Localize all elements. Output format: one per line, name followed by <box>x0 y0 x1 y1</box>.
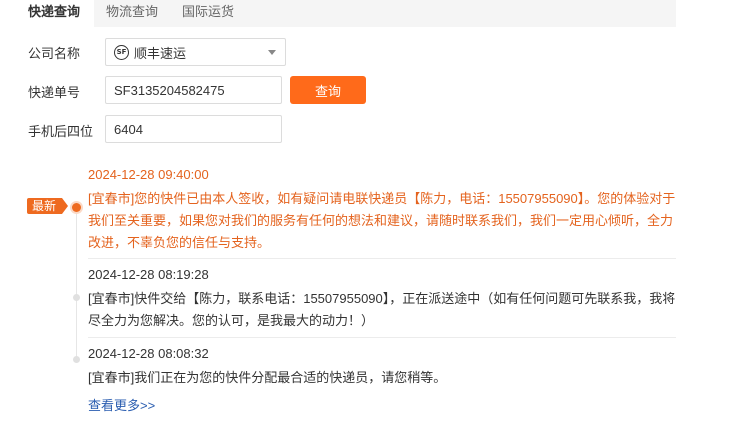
timeline-dot <box>73 356 80 363</box>
timeline-dot <box>73 294 80 301</box>
tab-international-shipping[interactable]: 国际运货 <box>170 0 246 27</box>
tab-bar: 快递查询 物流查询 国际运货 <box>0 0 676 27</box>
tab-logistics-query[interactable]: 物流查询 <box>94 0 170 27</box>
entry-time: 2024-12-28 08:08:32 <box>88 346 209 361</box>
company-select[interactable]: SF 顺丰速运 <box>105 38 286 66</box>
company-label: 公司名称 <box>28 46 81 61</box>
timeline-line <box>76 207 77 362</box>
latest-badge: 最新 <box>27 198 69 214</box>
timeline-entry: 2024-12-28 08:19:28 [宜春市]快件交给【陈力，联系电话：15… <box>88 266 676 332</box>
tracking-number-input[interactable] <box>105 76 282 104</box>
tracking-number-label: 快递单号 <box>28 85 81 100</box>
sf-logo-icon: SF <box>114 44 129 60</box>
company-select-value: 顺丰速运 <box>134 45 187 61</box>
phone-last4-input[interactable] <box>105 115 282 143</box>
entry-divider <box>88 258 676 259</box>
chevron-down-icon <box>268 50 276 55</box>
entry-time: 2024-12-28 08:19:28 <box>88 267 209 282</box>
view-more-link[interactable]: 查看更多>> <box>88 395 155 414</box>
timeline-dot-latest <box>72 203 81 212</box>
timeline-entry: 2024-12-28 09:40:00 [宜春市]您的快件已由本人签收，如有疑问… <box>88 166 676 254</box>
tab-express-query[interactable]: 快递查询 <box>0 0 95 27</box>
query-button[interactable]: 查询 <box>290 76 366 104</box>
entry-divider <box>88 337 676 338</box>
timeline-entry: 2024-12-28 08:08:32 [宜春市]我们正在为您的快件分配最合适的… <box>88 345 676 389</box>
entry-time: 2024-12-28 09:40:00 <box>88 167 209 182</box>
entry-message: [宜春市]您的快件已由本人签收，如有疑问请电联快递员【陈力，电话：1550795… <box>88 191 676 250</box>
entry-message: [宜春市]我们正在为您的快件分配最合适的快递员，请您稍等。 <box>88 370 447 385</box>
phone-last4-label: 手机后四位 <box>28 124 94 139</box>
entry-message: [宜春市]快件交给【陈力，联系电话：15507955090】，正在派送途中（如有… <box>88 291 676 328</box>
